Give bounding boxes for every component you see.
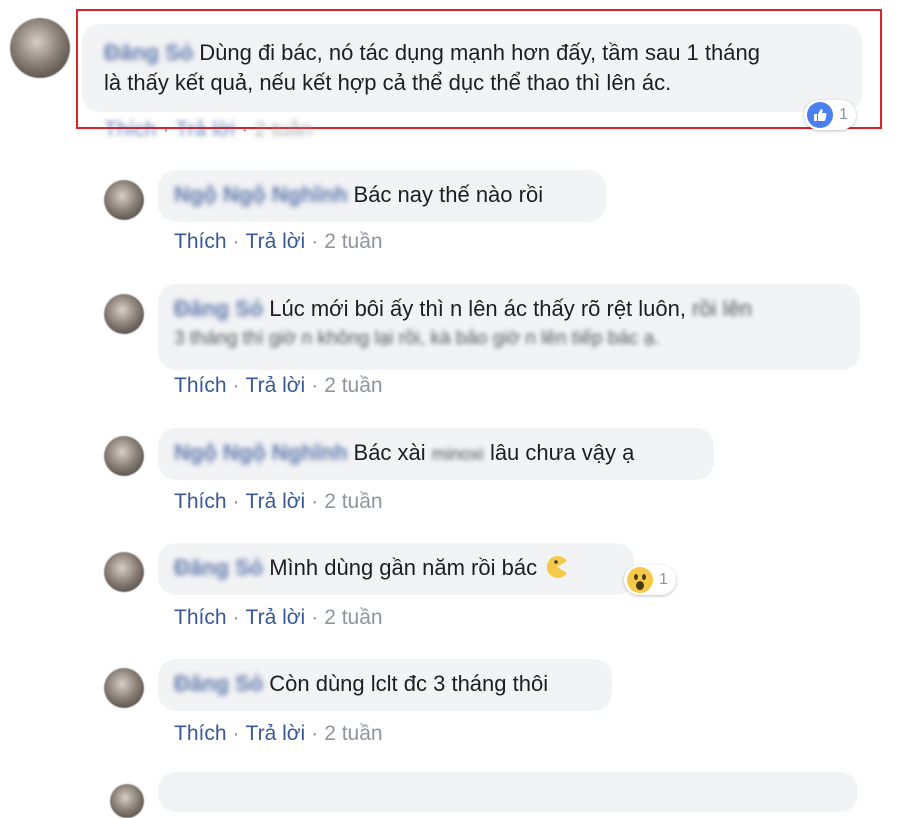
- avatar[interactable]: [104, 668, 144, 708]
- reply-link[interactable]: Trả lời: [246, 230, 306, 253]
- like-link[interactable]: Thích: [174, 722, 227, 745]
- comment-author[interactable]: Đăng Sỏ: [104, 40, 193, 65]
- reply-actions: Thích · Trả lời · 2 tuần: [174, 606, 383, 629]
- comment-bubble: Đăng Sỏ Dùng đi bác, nó tác dụng mạnh hơn…: [82, 24, 862, 112]
- reply-bubble: Đăng Sỏ Lúc mới bôi ấy thì n lên ác thấy …: [158, 284, 860, 370]
- timestamp[interactable]: 2 tuần: [324, 722, 382, 745]
- reply-author[interactable]: Đăng Sỏ: [174, 671, 263, 696]
- timestamp[interactable]: 2 tuần: [324, 490, 382, 513]
- comment-text-line2: là thấy kết quả, nếu kết hợp cả thể dục …: [104, 70, 672, 95]
- like-link[interactable]: Thích: [174, 230, 227, 253]
- like-link[interactable]: Thích: [174, 606, 227, 629]
- reaction-summary[interactable]: 1: [804, 100, 856, 130]
- reply-actions: Thích · Trả lời · 2 tuần: [174, 490, 383, 513]
- reply-link[interactable]: Trả lời: [246, 722, 306, 745]
- timestamp[interactable]: 2 tuần: [324, 374, 382, 397]
- reply-bubble: [158, 772, 858, 812]
- reply-actions: Thích · Trả lời · 2 tuần: [174, 230, 383, 253]
- like-link[interactable]: Thích: [104, 118, 157, 141]
- reply-author[interactable]: Ngộ Ngộ Nghĩnh: [174, 440, 348, 465]
- reply-text: Bác xài: [353, 440, 426, 465]
- timestamp[interactable]: 2 tuần: [324, 230, 382, 253]
- wow-icon: [627, 567, 653, 593]
- avatar[interactable]: [104, 294, 144, 334]
- like-link[interactable]: Thích: [174, 490, 227, 513]
- like-link[interactable]: Thích: [174, 374, 227, 397]
- reaction-summary[interactable]: 1: [624, 565, 676, 595]
- avatar[interactable]: [110, 784, 144, 818]
- reply-bubble: Đăng Sỏ Còn dùng lclt đc 3 tháng thôi: [158, 659, 612, 711]
- avatar[interactable]: [104, 552, 144, 592]
- reply-bubble: Đăng Sỏ Mình dùng gần năm rồi bác: [158, 543, 634, 595]
- reply-actions: Thích · Trả lời · 2 tuần: [174, 722, 383, 745]
- reply-text-blurred: rồi lên: [692, 296, 753, 321]
- avatar[interactable]: [104, 436, 144, 476]
- pacman-emoji: [546, 556, 568, 578]
- reply-text: Mình dùng gần năm rồi bác: [269, 555, 538, 580]
- reply-text: Bác nay thế nào rồi: [353, 182, 544, 207]
- reply-text: lâu chưa vậy ạ: [489, 440, 635, 465]
- timestamp[interactable]: 2 tuần: [254, 118, 312, 141]
- reply-text-line2-blurred: 3 tháng thì giờ n không lại rồi, kà bảo …: [174, 328, 660, 349]
- avatar[interactable]: [10, 18, 70, 78]
- reply-author[interactable]: Đăng Sỏ: [174, 296, 263, 321]
- comment-text: Dùng đi bác, nó tác dụng mạnh hơn đấy, t…: [199, 40, 760, 65]
- reply-author[interactable]: Ngộ Ngộ Nghĩnh: [174, 182, 348, 207]
- reaction-count: 1: [839, 106, 848, 123]
- reply-link[interactable]: Trả lời: [246, 374, 306, 397]
- comment-actions: Thích · Trả lời · 2 tuần: [104, 118, 313, 141]
- like-icon: [807, 102, 833, 128]
- reply-text: Còn dùng lclt đc 3 tháng thôi: [269, 671, 549, 696]
- reply-bubble: Ngộ Ngộ Nghĩnh Bác nay thế nào rồi: [158, 170, 606, 222]
- reply-text-blurred: minoxi: [431, 444, 484, 464]
- reply-link[interactable]: Trả lời: [246, 606, 306, 629]
- reply-actions: Thích · Trả lời · 2 tuần: [174, 374, 383, 397]
- reply-bubble: Ngộ Ngộ Nghĩnh Bác xài minoxi lâu chưa vậ…: [158, 428, 714, 480]
- reply-link[interactable]: Trả lời: [246, 490, 306, 513]
- reply-text: Lúc mới bôi ấy thì n lên ác thấy rõ rệt …: [269, 296, 686, 321]
- avatar[interactable]: [104, 180, 144, 220]
- reply-link[interactable]: Trả lời: [176, 118, 236, 141]
- reply-author[interactable]: Đăng Sỏ: [174, 555, 263, 580]
- reaction-count: 1: [659, 571, 668, 588]
- timestamp[interactable]: 2 tuần: [324, 606, 382, 629]
